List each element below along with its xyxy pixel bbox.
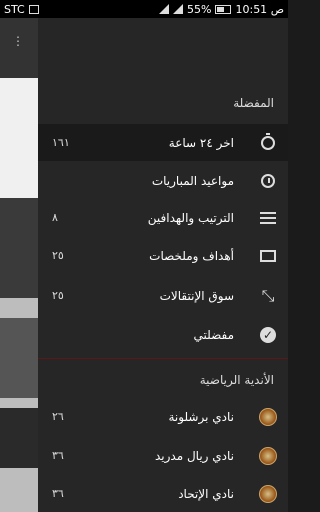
- timer-icon: [256, 131, 280, 155]
- drawer-item-count: ٢٥: [52, 249, 64, 262]
- drawer-item-club-real-madrid[interactable]: نادي ريال مدريد ٣٦: [38, 437, 288, 474]
- toolbar-strip: [0, 18, 38, 78]
- section-divider: [38, 358, 288, 359]
- drawer-item-my-favorites[interactable]: ✓ مفضلتي: [38, 316, 288, 353]
- background-content: [0, 18, 38, 512]
- drawer-item-count: ٨: [52, 211, 58, 224]
- shrink-icon: ⤡: [261, 285, 275, 305]
- clock-time: 10:51 ص: [235, 2, 284, 16]
- drawer-item-label: نادي ريال مدريد: [154, 448, 234, 463]
- club-icon: [256, 444, 280, 468]
- club-icon: [256, 405, 280, 429]
- favorites-section-title: المفضلة: [233, 96, 274, 110]
- status-left: STC: [4, 3, 39, 16]
- drawer-item-label: أهداف وملخصات: [149, 248, 234, 263]
- battery-icon: [215, 4, 232, 14]
- list-icon: [256, 206, 280, 230]
- drawer-item-label: اخر ٢٤ ساعة: [168, 135, 234, 150]
- drawer-item-label: مفضلتي: [193, 327, 235, 342]
- drawer-item-transfer-market[interactable]: ⤡ سوق الإنتقالات ٢٥: [38, 277, 288, 314]
- drawer-item-count: ٢٥: [52, 289, 64, 302]
- check-circle-icon: ✓: [256, 323, 280, 347]
- drawer-item-match-schedule[interactable]: مواعيد المباريات: [38, 162, 288, 199]
- drawer-item-label: سوق الإنتقالات: [159, 288, 234, 303]
- club-icon: [256, 482, 280, 506]
- drawer-item-count: ٣٦: [52, 487, 64, 500]
- drawer-item-label: مواعيد المباريات: [151, 173, 234, 188]
- drawer-item-last-24h[interactable]: اخر ٢٤ ساعة ١٦١: [38, 124, 288, 161]
- image-notification-icon: [28, 4, 39, 14]
- drawer-item-count: ١٦١: [52, 136, 70, 149]
- status-bar: STC 55% 10:51 ص: [0, 0, 288, 18]
- drawer-item-label: نادي الإتحاد: [178, 486, 234, 501]
- battery-percent: 55%: [187, 2, 212, 16]
- signal-icon: [159, 4, 170, 14]
- drawer-item-count: ٢٦: [52, 410, 64, 423]
- drawer-item-standings[interactable]: الترتيب والهدافين ٨: [38, 199, 288, 236]
- drawer-item-club-barcelona[interactable]: نادي برشلونة ٢٦: [38, 398, 288, 435]
- signal-icon-2: [173, 4, 184, 14]
- drawer-item-label: نادي برشلونة: [168, 409, 234, 424]
- drawer-item-label: الترتيب والهدافين: [147, 210, 234, 225]
- carrier-label: STC: [4, 2, 25, 16]
- drawer-item-goals-highlights[interactable]: أهداف وملخصات ٢٥: [38, 237, 288, 274]
- drawer-item-count: ٣٦: [52, 449, 64, 462]
- clubs-section-title: الأندية الرياضية: [199, 373, 274, 387]
- drawer-item-club-ittihad[interactable]: نادي الإتحاد ٣٦: [38, 475, 288, 512]
- status-right: 55% 10:51 ص: [159, 3, 284, 16]
- menu-icon[interactable]: ⋮: [12, 34, 24, 48]
- clock-icon: [256, 169, 280, 193]
- film-icon: [256, 244, 280, 268]
